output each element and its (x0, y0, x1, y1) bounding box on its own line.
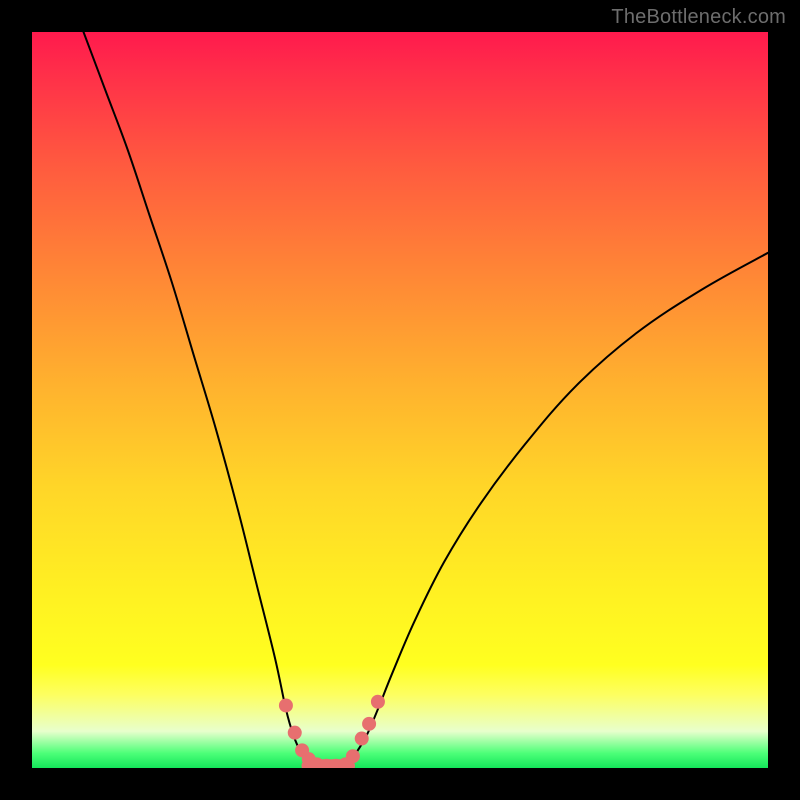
marker-dot (362, 717, 376, 731)
chart-frame: TheBottleneck.com (0, 0, 800, 800)
curve-right-branch (348, 253, 768, 762)
curve-left-branch (84, 32, 308, 762)
curve-layer (32, 32, 768, 768)
marker-dot (329, 759, 343, 768)
marker-dot (371, 695, 385, 709)
marker-dot (279, 698, 293, 712)
watermark-text: TheBottleneck.com (611, 6, 786, 29)
marker-dot (355, 732, 369, 746)
marker-dot (302, 752, 316, 766)
marker-dot (319, 759, 333, 768)
marker-dot (346, 749, 360, 763)
marker-dot (288, 726, 302, 740)
marker-dot (295, 743, 309, 757)
plot-area (32, 32, 768, 768)
marker-dot (339, 757, 353, 768)
marker-dot (310, 757, 324, 768)
